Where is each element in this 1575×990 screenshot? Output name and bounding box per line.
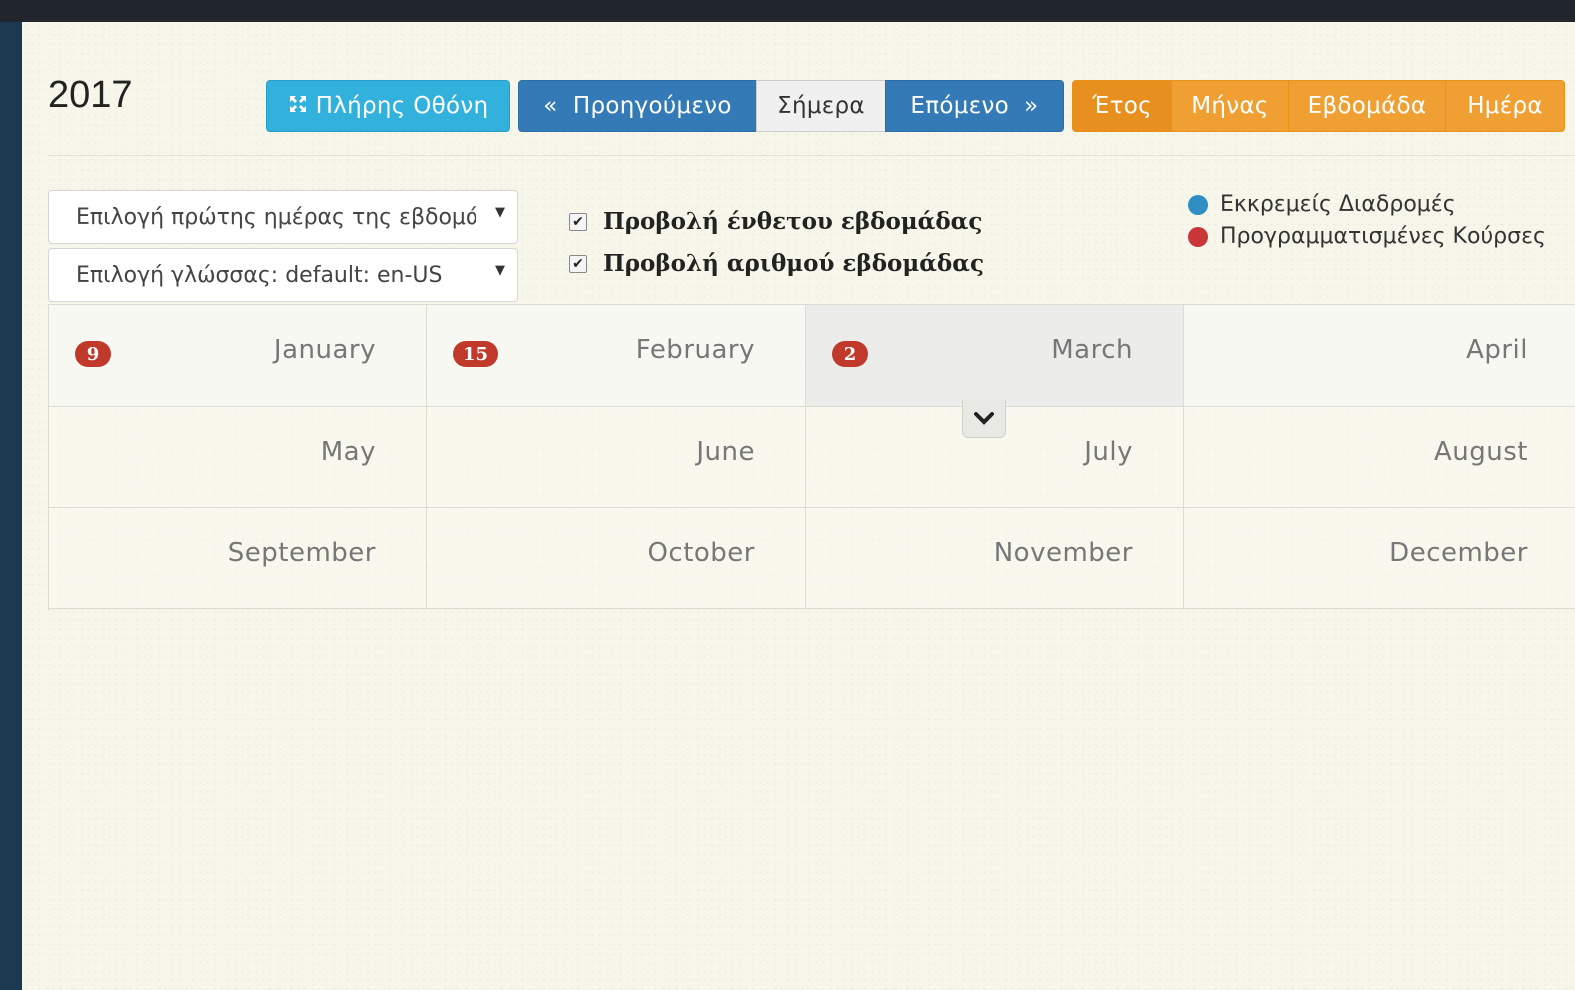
month-label: June <box>696 437 755 467</box>
view-week-label: Εβδομάδα <box>1307 93 1427 119</box>
event-count-badge: 9 <box>75 341 111 367</box>
view-month-label: Μήνας <box>1191 93 1269 119</box>
month-cell-may[interactable]: May <box>49 407 427 508</box>
view-month-button[interactable]: Μήνας <box>1171 80 1289 132</box>
legend-item-pending: Εκκρεμείς Διαδρομές <box>1188 192 1456 217</box>
show-week-box-checkbox[interactable]: ✔ <box>569 212 587 231</box>
month-label: February <box>635 335 755 365</box>
show-week-number-checkbox[interactable]: ✔ <box>569 254 587 273</box>
month-cell-june[interactable]: June <box>427 407 806 508</box>
month-cell-april[interactable]: April <box>1184 305 1575 407</box>
month-label: March <box>1051 335 1133 365</box>
language-select-value: Επιλογή γλώσσας: default: en-US <box>76 262 443 288</box>
month-label: January <box>273 335 376 365</box>
show-week-box-option[interactable]: ✔ Προβολή ένθετου εβδομάδας <box>569 208 982 235</box>
event-count-badge: 15 <box>453 341 499 367</box>
month-cell-january[interactable]: 9 January <box>49 305 427 407</box>
view-day-label: Ημέρα <box>1467 93 1543 119</box>
first-day-select-value: Επιλογή πρώτης ημέρας της εβδομάδας <box>76 204 476 230</box>
legend-label: Εκκρεμείς Διαδρομές <box>1220 192 1456 217</box>
view-day-button[interactable]: Ημέρα <box>1445 80 1565 132</box>
month-label: December <box>1389 538 1528 568</box>
month-label: October <box>647 538 755 568</box>
previous-label: « Προηγούμενο <box>543 93 732 119</box>
month-cell-october[interactable]: October <box>427 508 806 609</box>
month-label: July <box>1084 437 1133 467</box>
event-count-badge: 2 <box>832 341 868 367</box>
month-cell-february[interactable]: 15 February <box>427 305 806 407</box>
show-week-box-label: Προβολή ένθετου εβδομάδας <box>603 208 983 235</box>
expand-events-button[interactable] <box>962 400 1006 438</box>
calendar-panel: 2017 Πλήρης Οθόνη « Προηγούμενο Σήμερα Ε… <box>22 22 1575 990</box>
dropdown-caret-icon: ▼ <box>495 205 505 220</box>
language-select[interactable]: Επιλογή γλώσσας: default: en-US ▼ <box>48 248 518 302</box>
fullscreen-label: Πλήρης Οθόνη <box>315 93 489 119</box>
legend-item-scheduled: Προγραμματισμένες Κούρσες <box>1188 224 1546 249</box>
show-week-number-label: Προβολή αριθμού εβδομάδας <box>603 250 984 277</box>
next-button[interactable]: Επόμενο » <box>885 80 1064 132</box>
legend-dot-blue <box>1188 194 1208 215</box>
month-label: August <box>1434 437 1528 467</box>
chevron-down-icon <box>974 407 994 431</box>
month-label: September <box>227 538 376 568</box>
month-cell-august[interactable]: August <box>1184 407 1575 508</box>
today-button[interactable]: Σήμερα <box>756 80 886 132</box>
month-cell-march[interactable]: 2 March <box>806 305 1184 407</box>
year-grid: 9 January 15 February 2 March April May … <box>48 304 1575 611</box>
first-day-select[interactable]: Επιλογή πρώτης ημέρας της εβδομάδας ▼ <box>48 190 518 244</box>
view-week-button[interactable]: Εβδομάδα <box>1288 80 1446 132</box>
legend-dot-red <box>1188 226 1208 247</box>
month-cell-september[interactable]: September <box>49 508 427 609</box>
window-top-bar <box>0 0 1575 22</box>
fullscreen-button[interactable]: Πλήρης Οθόνη <box>266 80 510 132</box>
view-year-label: Έτος <box>1092 93 1152 119</box>
month-label: May <box>320 437 376 467</box>
show-week-number-option[interactable]: ✔ Προβολή αριθμού εβδομάδας <box>569 250 984 277</box>
month-label: April <box>1466 335 1528 365</box>
month-cell-november[interactable]: November <box>806 508 1184 609</box>
divider <box>48 155 1575 156</box>
page-title: 2017 <box>48 74 133 116</box>
view-year-button[interactable]: Έτος <box>1072 80 1172 132</box>
today-label: Σήμερα <box>777 93 865 119</box>
month-cell-december[interactable]: December <box>1184 508 1575 609</box>
previous-button[interactable]: « Προηγούμενο <box>518 80 757 132</box>
month-label: November <box>993 538 1133 568</box>
fullscreen-icon <box>288 94 308 119</box>
legend-label: Προγραμματισμένες Κούρσες <box>1220 224 1546 249</box>
dropdown-caret-icon: ▼ <box>495 263 505 278</box>
next-label: Επόμενο » <box>910 93 1039 119</box>
